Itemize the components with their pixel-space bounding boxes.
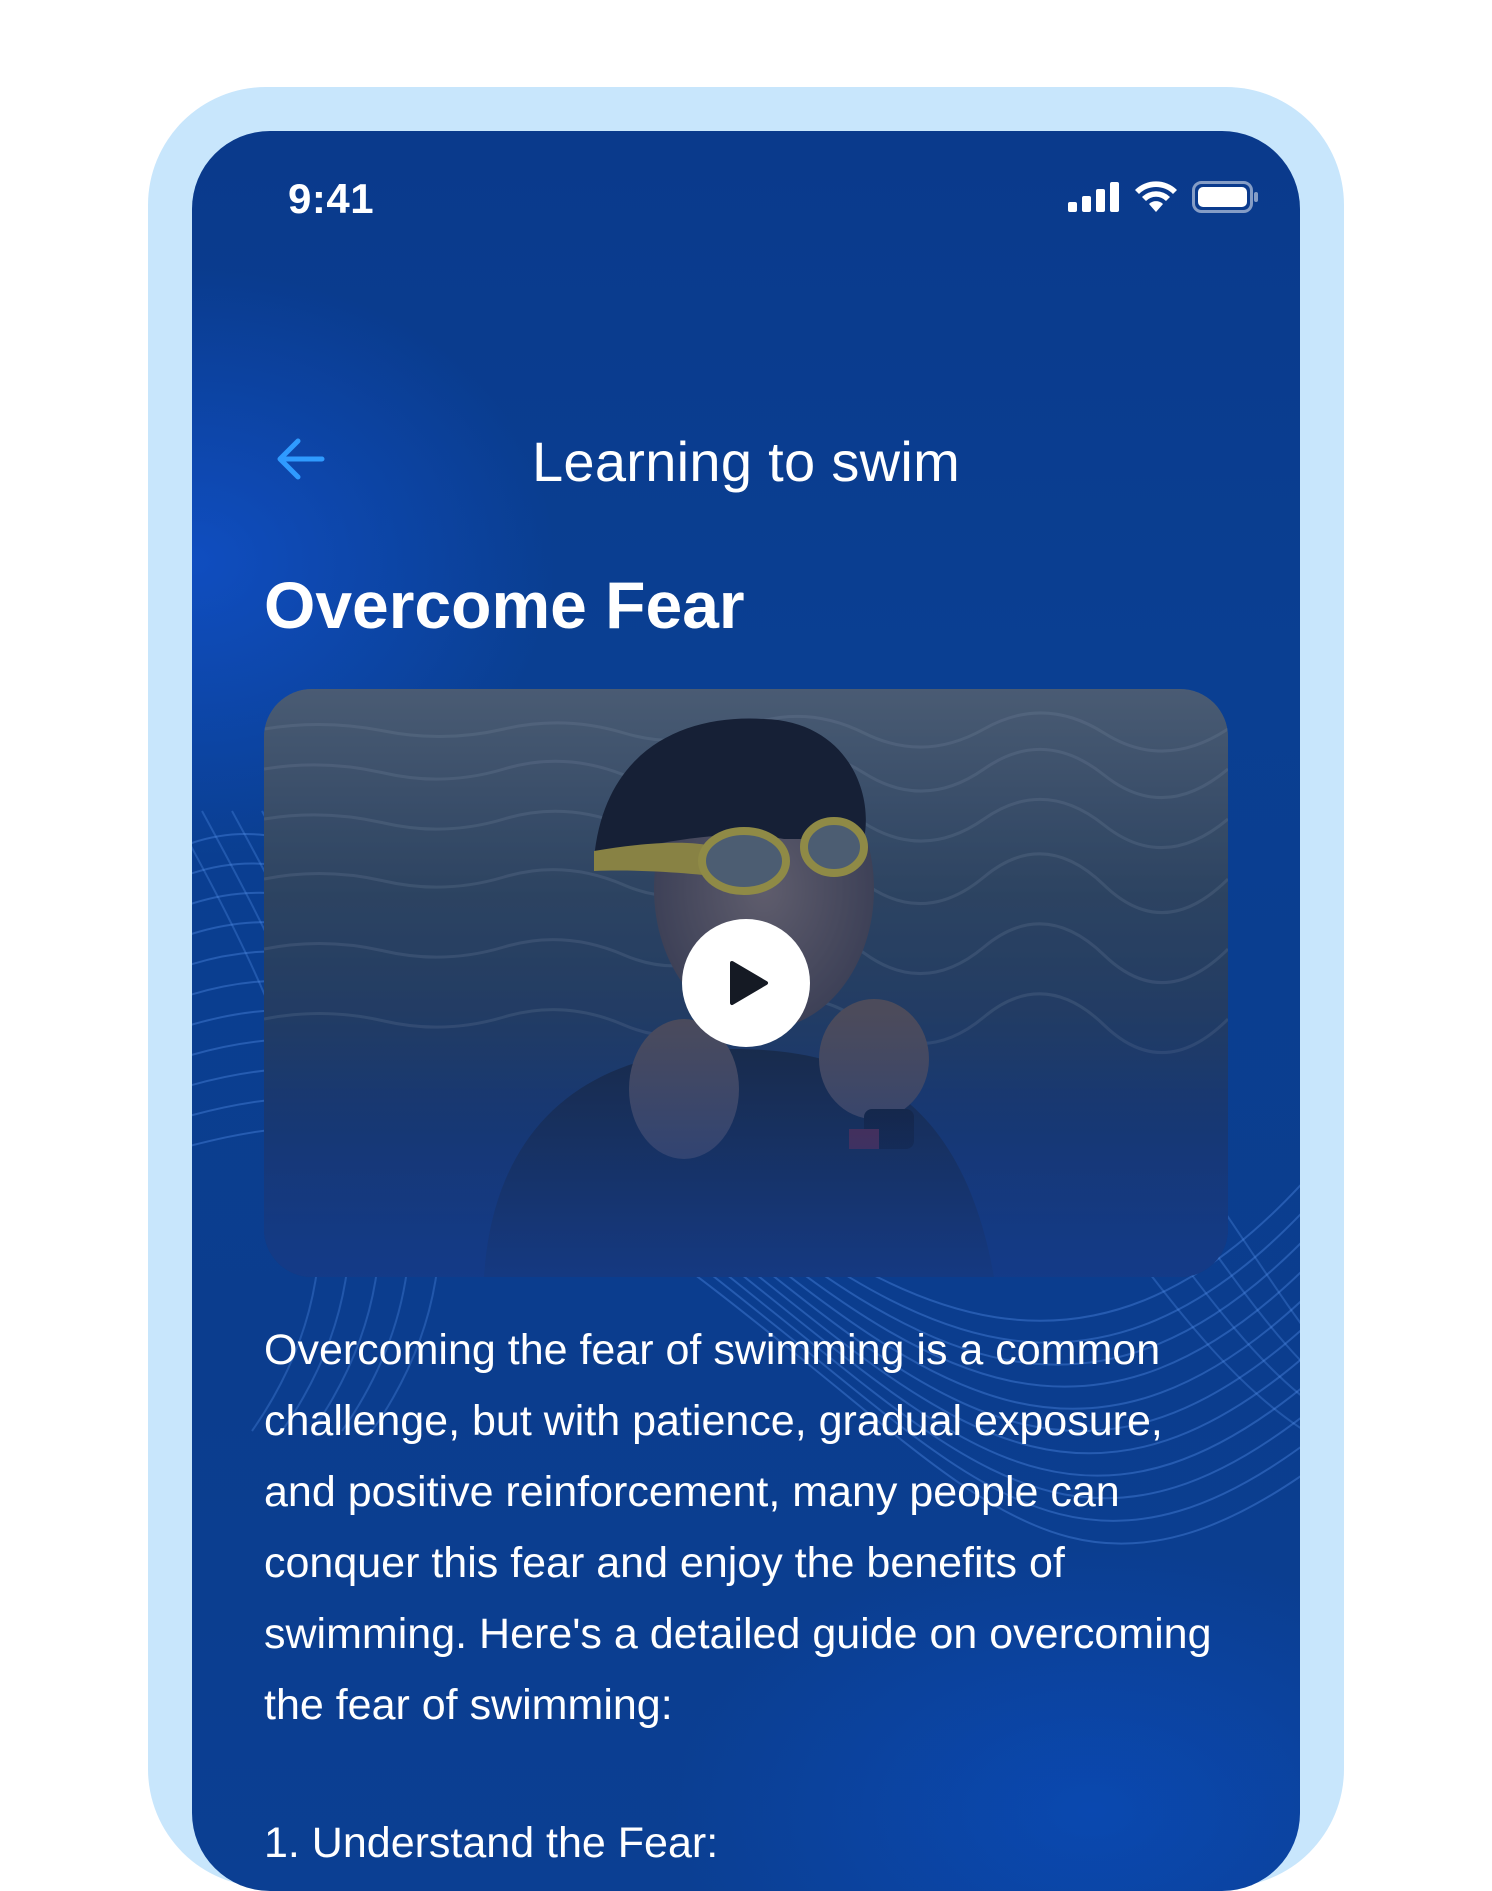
- video-player[interactable]: [264, 689, 1228, 1277]
- app-screen: 9:41 Learning to swim Overcome Fear Over…: [192, 131, 1300, 1891]
- play-icon: [730, 961, 768, 1005]
- status-bar: 9:41: [192, 131, 1300, 251]
- page-title: Learning to swim: [531, 430, 961, 493]
- lesson-title: Overcome Fear: [264, 568, 745, 642]
- wifi-icon: [1135, 181, 1177, 212]
- cellular-signal-icon: [1068, 182, 1119, 212]
- status-time: 9:41: [288, 175, 375, 222]
- battery-icon: [1192, 181, 1258, 213]
- top-app-bar: Learning to swim: [192, 421, 1300, 501]
- section-heading: 1. Understand the Fear:: [264, 1819, 719, 1867]
- lesson-body-text: Overcoming the fear of swimming is a com…: [264, 1326, 1212, 1729]
- status-icons: [1068, 181, 1260, 213]
- play-button[interactable]: [682, 919, 810, 1047]
